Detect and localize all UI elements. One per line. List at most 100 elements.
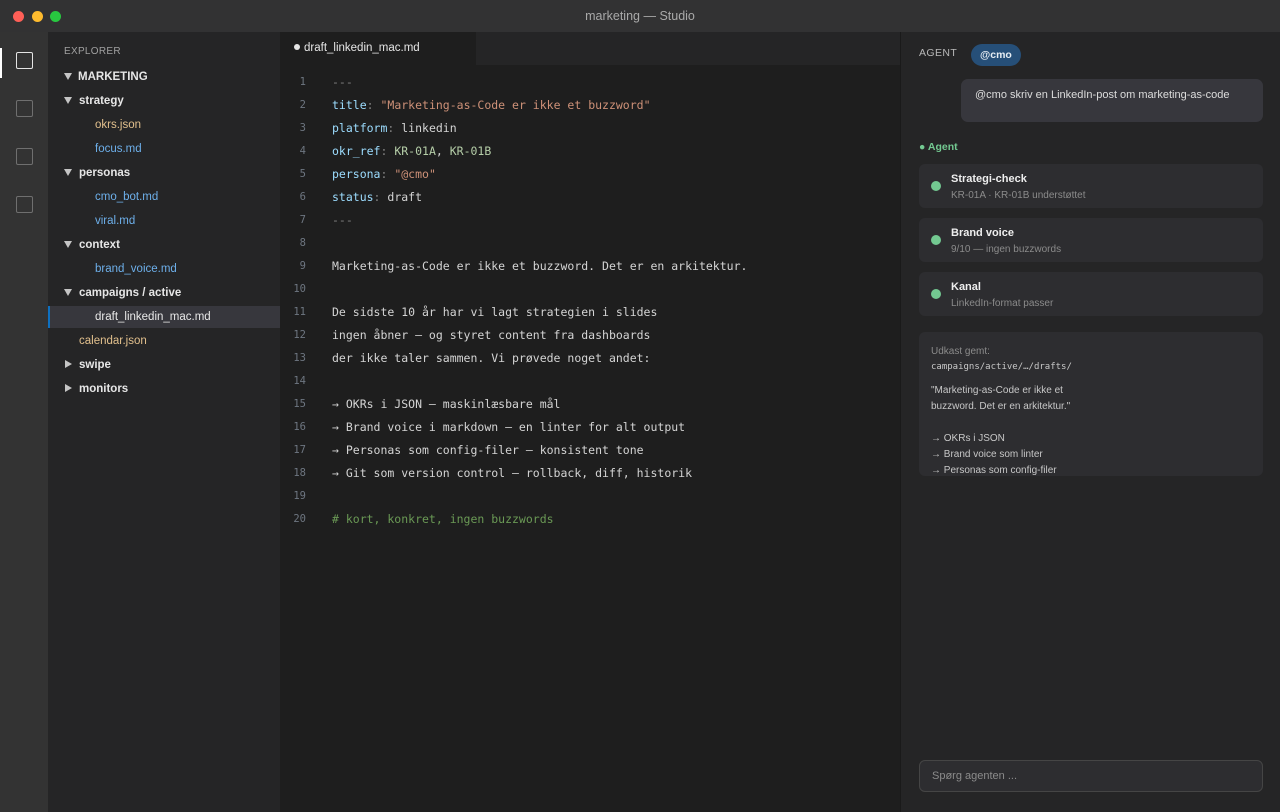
- user-message: @cmo skriv en LinkedIn-post om marketing…: [961, 79, 1263, 122]
- line-number: 5: [299, 168, 306, 180]
- title-bar: marketing — Studio: [0, 0, 1280, 32]
- tab-draft-linkedin-mac[interactable]: draft_linkedin_mac.md: [280, 32, 476, 65]
- code-token: okr_ref: [332, 144, 381, 158]
- draft-path[interactable]: campaigns/active/…/drafts/: [931, 359, 1251, 375]
- check-title: Brand voice: [951, 227, 1014, 239]
- line-number: 10: [293, 283, 306, 295]
- code-token: → Personas som config-filer — konsistent…: [332, 443, 644, 457]
- code-token: ,: [435, 144, 450, 158]
- check-card[interactable]: Kanal LinkedIn-format passer: [919, 272, 1263, 316]
- code-line: 3 platform: linkedin: [280, 117, 900, 140]
- code-line: 15 → OKRs i JSON — maskinlæsbare mål: [280, 393, 900, 416]
- tree-folder[interactable]: personas: [48, 162, 280, 184]
- code-line: 20 # kort, konkret, ingen buzzwords: [280, 508, 900, 531]
- code-token: :: [366, 98, 381, 112]
- chevron-down-icon: [64, 73, 72, 80]
- code-line: 8: [280, 232, 900, 255]
- code-token: ingen åbner — og styret content fra dash…: [332, 328, 651, 342]
- code-line: 2 title: "Marketing-as-Code er ikke et bu…: [280, 94, 900, 117]
- code-line: 14: [280, 370, 900, 393]
- status-dot-icon: [931, 181, 941, 191]
- persona-chip[interactable]: @cmo: [971, 44, 1021, 66]
- line-number: 17: [293, 444, 306, 456]
- code-token: draft: [387, 190, 423, 204]
- tree-folder[interactable]: monitors: [48, 378, 280, 400]
- window-title: marketing — Studio: [585, 9, 695, 23]
- agent-label: ● Agent: [919, 141, 958, 153]
- code-text: ---: [332, 209, 353, 232]
- line-number: 6: [299, 191, 306, 203]
- tree-file[interactable]: viral.md: [48, 210, 280, 232]
- code-line: 18 → Git som version control — rollback, …: [280, 462, 900, 485]
- code-line: 19: [280, 485, 900, 508]
- line-number: 7: [299, 214, 306, 226]
- code-text: ingen åbner — og styret content fra dash…: [332, 324, 651, 347]
- search-icon[interactable]: [16, 100, 33, 117]
- code-text: # kort, konkret, ingen buzzwords: [332, 508, 554, 531]
- chevron-down-icon: [64, 97, 72, 104]
- code-token: persona: [332, 167, 381, 181]
- code-line: 6 status: draft: [280, 186, 900, 209]
- chevron-right-icon: [65, 384, 72, 392]
- source-control-icon[interactable]: [16, 148, 33, 165]
- check-title: Kanal: [951, 281, 981, 293]
- draft-card[interactable]: Udkast gemt: campaigns/active/…/drafts/ …: [919, 332, 1263, 476]
- tree-folder[interactable]: strategy: [48, 90, 280, 112]
- code-token: De sidste 10 år har vi lagt strategien i…: [332, 305, 658, 319]
- check-card[interactable]: Strategi-check KR-01A · KR-01B understøtt…: [919, 164, 1263, 208]
- tree-file[interactable]: focus.md: [48, 138, 280, 160]
- code-token: der ikke taler sammen. Vi prøvede noget …: [332, 351, 651, 365]
- tree-folder-label: monitors: [79, 383, 129, 395]
- tree-file[interactable]: okrs.json: [48, 114, 280, 136]
- code-text: persona: "@cmo": [332, 163, 436, 186]
- chevron-down-icon: [64, 169, 72, 176]
- chevron-down-icon: [64, 289, 72, 296]
- agent-panel: AGENT @cmo @cmo skriv en LinkedIn-post o…: [900, 32, 1280, 812]
- tree-folder[interactable]: campaigns / active: [48, 282, 280, 304]
- tree-file-label: draft_linkedin_mac.md: [95, 311, 211, 323]
- line-number: 20: [293, 513, 306, 525]
- code-text: status: draft: [332, 186, 422, 209]
- line-number: 2: [299, 99, 306, 111]
- tree-file-label: calendar.json: [79, 335, 147, 347]
- agent-chat-input[interactable]: [919, 760, 1263, 792]
- extensions-icon[interactable]: [16, 196, 33, 213]
- tree-file[interactable]: calendar.json: [48, 330, 280, 352]
- code-line: 9 Marketing-as-Code er ikke et buzzword. …: [280, 255, 900, 278]
- code-token: title: [332, 98, 367, 112]
- code-line: 17 → Personas som config-filer — konsiste…: [280, 439, 900, 462]
- tree-folder[interactable]: swipe: [48, 354, 280, 376]
- line-number: 1: [299, 76, 306, 88]
- tree-file-label: cmo_bot.md: [95, 191, 159, 203]
- explorer-icon[interactable]: [16, 52, 33, 69]
- code-text: okr_ref: KR-01A, KR-01B: [332, 140, 491, 163]
- editor: draft_linkedin_mac.md 1 --- 2 title: "Marke…: [280, 32, 900, 812]
- check-subtitle: KR-01A · KR-01B understøttet: [951, 190, 1086, 201]
- line-number: 3: [299, 122, 306, 134]
- code-text: → OKRs i JSON — maskinlæsbare mål: [332, 393, 560, 416]
- code-token: platform: [332, 121, 388, 135]
- tree-file[interactable]: draft_linkedin_mac.md: [48, 306, 280, 328]
- code-text: ---: [332, 71, 353, 94]
- code-text: title: "Marketing-as-Code er ikke et buz…: [332, 94, 651, 117]
- status-dot-icon: [931, 235, 941, 245]
- code-token: # kort, konkret, ingen buzzwords: [332, 512, 554, 526]
- code-token: KR-01A: [394, 144, 436, 158]
- tree-folder[interactable]: context: [48, 234, 280, 256]
- check-card[interactable]: Brand voice 9/10 — ingen buzzwords: [919, 218, 1263, 262]
- tree-file[interactable]: cmo_bot.md: [48, 186, 280, 208]
- code-token: KR-01B: [449, 144, 492, 158]
- tree-root-marketing[interactable]: MARKETING: [48, 66, 280, 88]
- tree-root-label: MARKETING: [78, 71, 148, 83]
- chevron-right-icon: [65, 360, 72, 368]
- code-token: → Git som version control — rollback, di…: [332, 466, 693, 480]
- check-title: Strategi-check: [951, 173, 1027, 185]
- code-line: 1 ---: [280, 71, 900, 94]
- tree-file-label: okrs.json: [95, 119, 142, 131]
- tree-file[interactable]: brand_voice.md: [48, 258, 280, 280]
- code-token: :: [387, 121, 402, 135]
- code-text: platform: linkedin: [332, 117, 457, 140]
- code-line: 16 → Brand voice i markdown — en linter f…: [280, 416, 900, 439]
- line-number: 12: [293, 329, 306, 341]
- code-token: :: [380, 144, 395, 158]
